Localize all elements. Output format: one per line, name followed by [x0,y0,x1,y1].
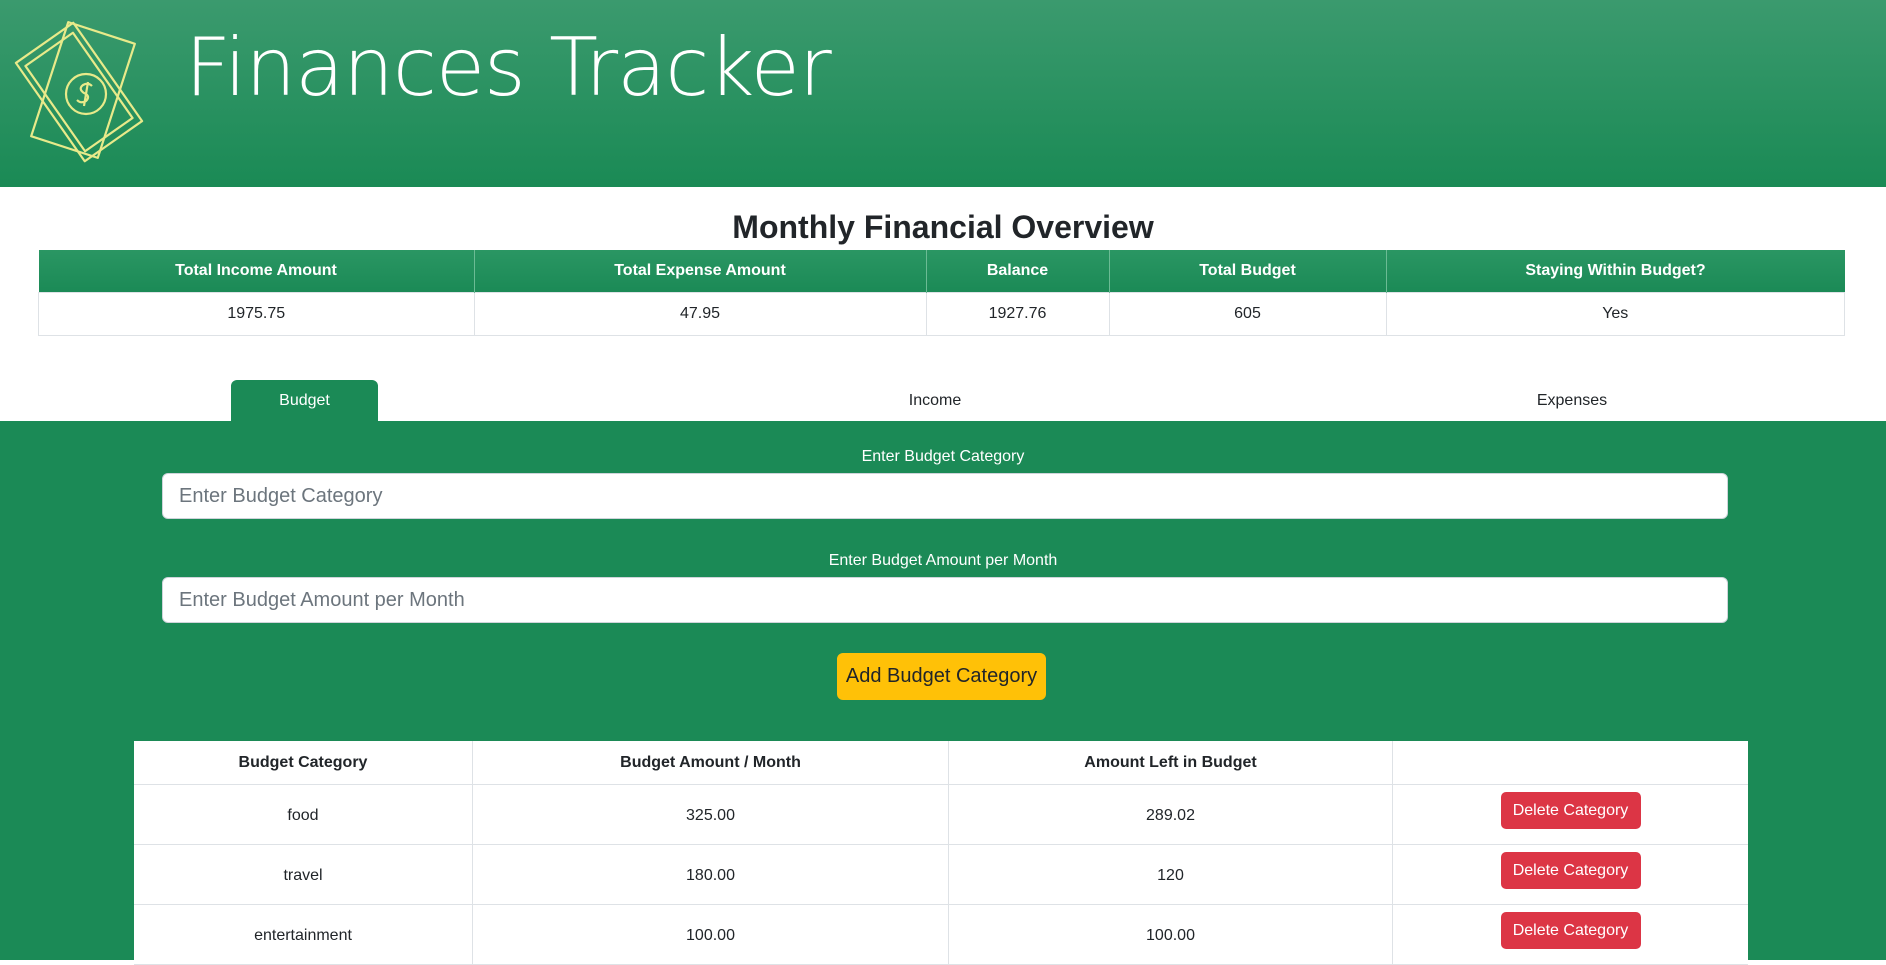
overview-table: Total Income Amount Total Expense Amount… [38,250,1845,336]
overview-value-within-budget: Yes [1385,292,1845,336]
budget-row-amount: 325.00 [472,784,949,845]
budget-header-amount: Budget Amount / Month [472,741,949,785]
budget-amount-label: Enter Budget Amount per Month [828,552,1058,569]
budget-category-input[interactable] [162,473,1728,519]
budget-row-left: 289.02 [948,784,1393,845]
overview-value-balance: 1927.76 [925,292,1110,336]
tab-budget[interactable]: Budget [231,380,378,421]
budget-row-category: entertainment [134,904,473,965]
tab-bar: Budget Income Expenses [0,380,1886,421]
budget-table: Budget Category Budget Amount / Month Am… [134,741,1748,965]
overview-value-income: 1975.75 [38,292,475,336]
table-row: travel 180.00 120 Delete Category [134,844,1748,905]
tab-expenses[interactable]: Expenses [1497,380,1647,421]
overview-header-budget: Total Budget [1109,250,1387,293]
budget-panel: Enter Budget Category Enter Budget Amoun… [0,421,1886,965]
overview-header-balance: Balance [926,250,1110,293]
budget-row-amount: 180.00 [472,844,949,905]
overview-value-budget: 605 [1108,292,1387,336]
budget-header-category: Budget Category [134,741,473,785]
overview-header-income: Total Income Amount [38,250,475,293]
budget-row-amount: 100.00 [472,904,949,965]
delete-category-button[interactable]: Delete Category [1500,792,1641,829]
overview-value-expense: 47.95 [473,292,927,336]
budget-category-label: Enter Budget Category [861,448,1025,465]
budget-row-left: 100.00 [948,904,1393,965]
budget-row-actions: Delete Category [1392,844,1748,905]
delete-category-button[interactable]: Delete Category [1500,852,1641,889]
delete-category-button[interactable]: Delete Category [1500,912,1641,949]
budget-row-category: travel [134,844,473,905]
budget-row-left: 120 [948,844,1393,905]
add-budget-category-button[interactable]: Add Budget Category [837,653,1046,700]
app-title: Finances Tracker [185,21,832,114]
money-bills-icon [14,21,144,163]
budget-header-left: Amount Left in Budget [948,741,1393,785]
budget-amount-input[interactable] [162,577,1728,623]
table-row: food 325.00 289.02 Delete Category [134,784,1748,845]
budget-row-actions: Delete Category [1392,784,1748,845]
budget-row-actions: Delete Category [1392,904,1748,965]
app-header: Finances Tracker [0,0,1886,187]
budget-row-category: food [134,784,473,845]
table-row: entertainment 100.00 100.00 Delete Categ… [134,904,1748,965]
budget-header-actions [1392,741,1748,785]
overview-title: Monthly Financial Overview [732,209,1154,245]
overview-header-within-budget: Staying Within Budget? [1386,250,1845,293]
tab-income[interactable]: Income [860,380,1010,421]
overview-header-expense: Total Expense Amount [474,250,927,293]
